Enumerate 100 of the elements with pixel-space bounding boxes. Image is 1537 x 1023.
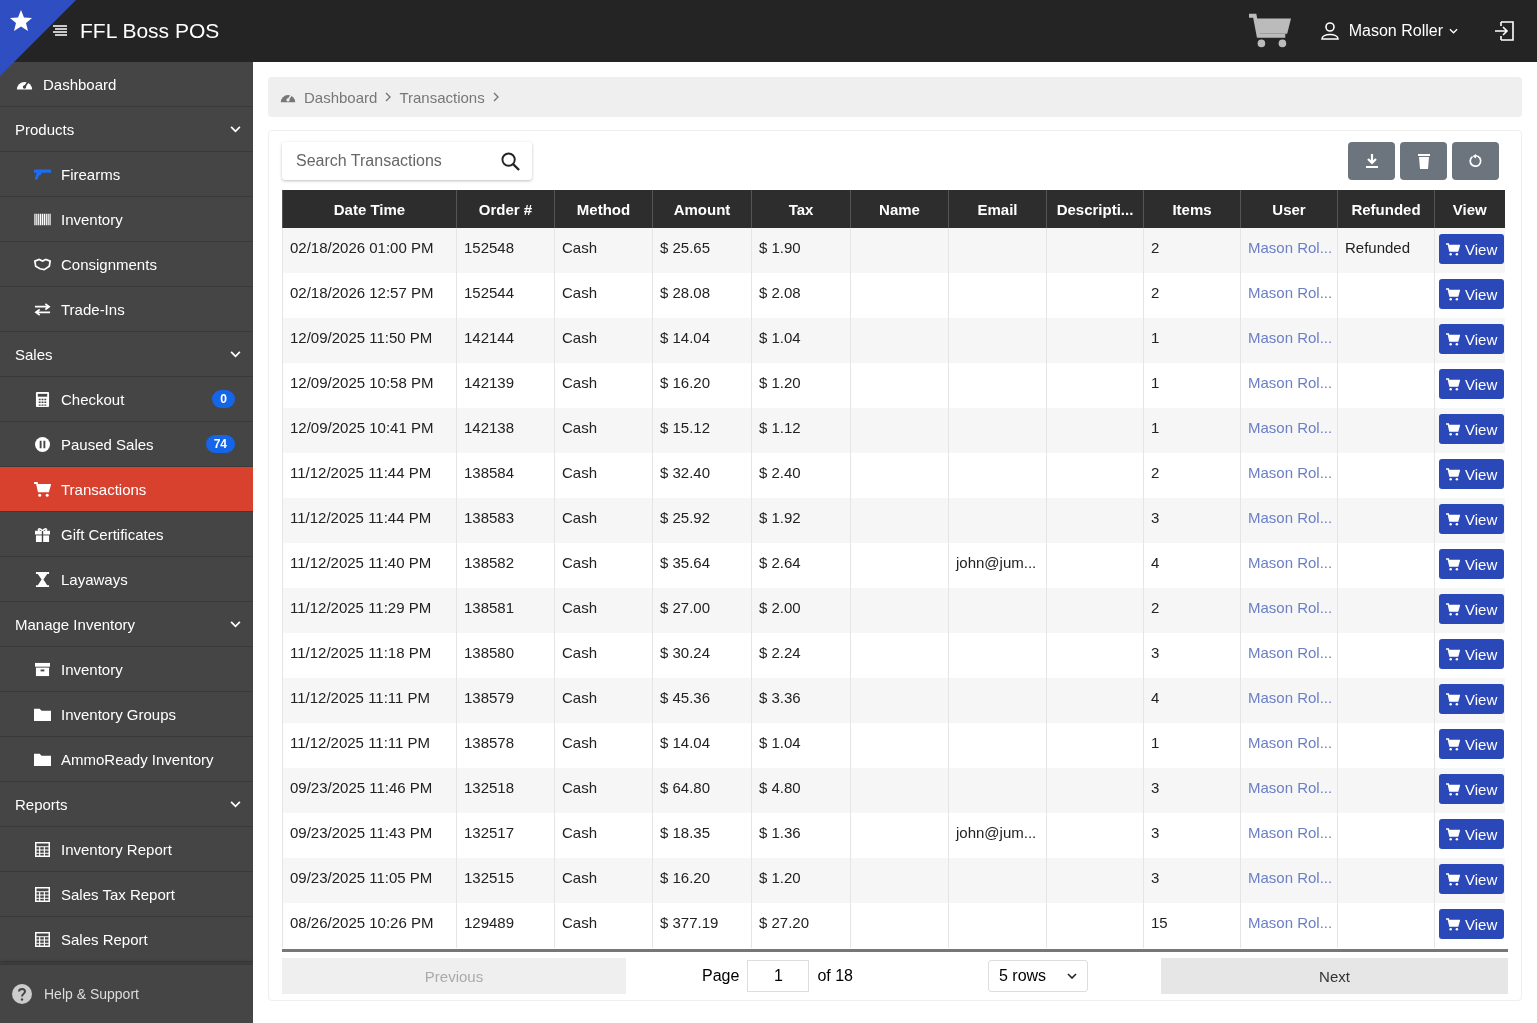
table-cell: 2 xyxy=(1143,228,1241,273)
page-label: Page xyxy=(702,967,740,985)
column-header[interactable]: Method xyxy=(554,190,653,228)
cart-icon xyxy=(1446,422,1460,436)
user-link[interactable]: Mason Rol... xyxy=(1240,408,1338,453)
view-button[interactable]: View xyxy=(1439,504,1505,534)
sidebar-item[interactable]: Checkout 0 xyxy=(0,377,253,422)
table-cell: $ 1.20 xyxy=(751,858,851,903)
table-cell: Cash xyxy=(554,228,653,273)
view-button[interactable]: View xyxy=(1439,324,1505,354)
table-cell: 11/12/2025 11:44 PM xyxy=(282,498,457,543)
search-field[interactable]: Search Transactions xyxy=(282,142,532,180)
table-cell: 02/18/2026 01:00 PM xyxy=(282,228,457,273)
archive-box-icon xyxy=(34,661,51,677)
column-header[interactable]: Descripti... xyxy=(1046,190,1144,228)
menu-icon[interactable] xyxy=(53,25,67,37)
view-button[interactable]: View xyxy=(1439,729,1505,759)
sidebar-item[interactable]: Inventory xyxy=(0,647,253,692)
column-header[interactable]: Order # xyxy=(456,190,555,228)
table-cell: Cash xyxy=(554,678,653,723)
view-button[interactable]: View xyxy=(1439,234,1505,264)
column-header[interactable]: Items xyxy=(1143,190,1241,228)
column-header[interactable]: Name xyxy=(850,190,949,228)
view-button[interactable]: View xyxy=(1439,684,1505,714)
rows-dropdown[interactable]: 5 rows xyxy=(987,960,1088,992)
cart-icon[interactable] xyxy=(1248,12,1291,50)
user-link[interactable]: Mason Rol... xyxy=(1240,588,1338,633)
user-link[interactable]: Mason Rol... xyxy=(1240,858,1338,903)
page-field[interactable]: 1 xyxy=(747,960,810,992)
refresh-icon xyxy=(1468,153,1483,169)
view-button[interactable]: View xyxy=(1439,279,1505,309)
next-button[interactable]: Next xyxy=(1161,958,1508,994)
column-header[interactable]: View xyxy=(1434,190,1505,228)
sidebar-item[interactable]: Inventory Groups xyxy=(0,692,253,737)
help-link[interactable]: Help & Support xyxy=(0,964,253,1023)
chevron-icon xyxy=(385,92,392,102)
cart-icon xyxy=(1446,332,1460,346)
user-menu-button[interactable]: Mason Roller xyxy=(1348,22,1458,40)
column-header[interactable]: Date Time xyxy=(282,190,457,228)
table-cell: 1 xyxy=(1143,318,1241,363)
user-link[interactable]: Mason Rol... xyxy=(1240,768,1338,813)
table-cell: Refunded xyxy=(1337,228,1435,273)
view-button[interactable]: View xyxy=(1439,909,1505,939)
view-button[interactable]: View xyxy=(1439,414,1505,444)
table-cell: 08/26/2025 10:26 PM xyxy=(282,903,457,948)
user-link[interactable]: Mason Rol... xyxy=(1240,678,1338,723)
delete-button[interactable] xyxy=(1400,142,1447,180)
table-cell: Cash xyxy=(554,498,653,543)
table-cell: 09/23/2025 11:46 PM xyxy=(282,768,457,813)
cart-icon xyxy=(1446,377,1460,391)
table-cell: $ 2.00 xyxy=(751,588,851,633)
table-cell: Cash xyxy=(554,408,653,453)
table-cell: 12/09/2025 11:50 PM xyxy=(282,318,457,363)
column-header[interactable]: User xyxy=(1240,190,1338,228)
breadcrumb-link[interactable]: Transactions xyxy=(399,88,485,106)
column-header[interactable]: Amount xyxy=(652,190,752,228)
view-button[interactable]: View xyxy=(1439,639,1505,669)
gift-icon xyxy=(34,526,51,542)
count-badge: 0 xyxy=(212,390,235,408)
trash-icon xyxy=(1416,153,1431,169)
view-button[interactable]: View xyxy=(1439,864,1505,894)
table-cell: $ 45.36 xyxy=(652,678,752,723)
sidebar-item[interactable]: Gift Certificates xyxy=(0,512,253,557)
table-icon xyxy=(34,886,51,902)
table-cell: $ 1.90 xyxy=(751,228,851,273)
user-link[interactable]: Mason Rol... xyxy=(1240,903,1338,948)
refresh-button[interactable] xyxy=(1452,142,1499,180)
column-header[interactable]: Tax xyxy=(751,190,851,228)
table-cell: $ 25.92 xyxy=(652,498,752,543)
download-button[interactable] xyxy=(1348,142,1395,180)
column-header[interactable]: Email xyxy=(948,190,1047,228)
table-cell: 3 xyxy=(1143,768,1241,813)
logout-icon[interactable] xyxy=(1494,21,1514,41)
folder-icon xyxy=(34,751,51,767)
search-icon[interactable] xyxy=(501,151,520,171)
table-cell: 11/12/2025 11:11 PM xyxy=(282,678,457,723)
view-button[interactable]: View xyxy=(1439,819,1505,849)
pause-icon xyxy=(34,436,51,452)
view-button[interactable]: View xyxy=(1439,459,1505,489)
cart-icon xyxy=(1446,512,1460,526)
table-cell: $ 4.80 xyxy=(751,768,851,813)
table-cell: $ 15.12 xyxy=(652,408,752,453)
user-link[interactable]: Mason Rol... xyxy=(1240,498,1338,543)
view-button[interactable]: View xyxy=(1439,774,1505,804)
table-cell: 3 xyxy=(1143,858,1241,903)
table-cell: 09/23/2025 11:05 PM xyxy=(282,858,457,903)
view-button[interactable]: View xyxy=(1439,594,1505,624)
table-cell: 1 xyxy=(1143,408,1241,453)
view-button[interactable]: View xyxy=(1439,369,1505,399)
swap-arrows-icon xyxy=(34,301,51,317)
table-cell: 4 xyxy=(1143,678,1241,723)
user-link[interactable]: Mason Rol... xyxy=(1240,228,1338,273)
table-cell: $ 16.20 xyxy=(652,858,752,903)
breadcrumb-link[interactable]: Dashboard xyxy=(304,88,378,106)
view-button[interactable]: View xyxy=(1439,549,1505,579)
cart-icon xyxy=(1446,557,1460,571)
sidebar-item[interactable]: Transactions xyxy=(0,467,253,512)
user-link[interactable]: Mason Rol... xyxy=(1240,318,1338,363)
column-header[interactable]: Refunded xyxy=(1337,190,1435,228)
sidebar-item[interactable]: AmmoReady Inventory xyxy=(0,737,253,782)
